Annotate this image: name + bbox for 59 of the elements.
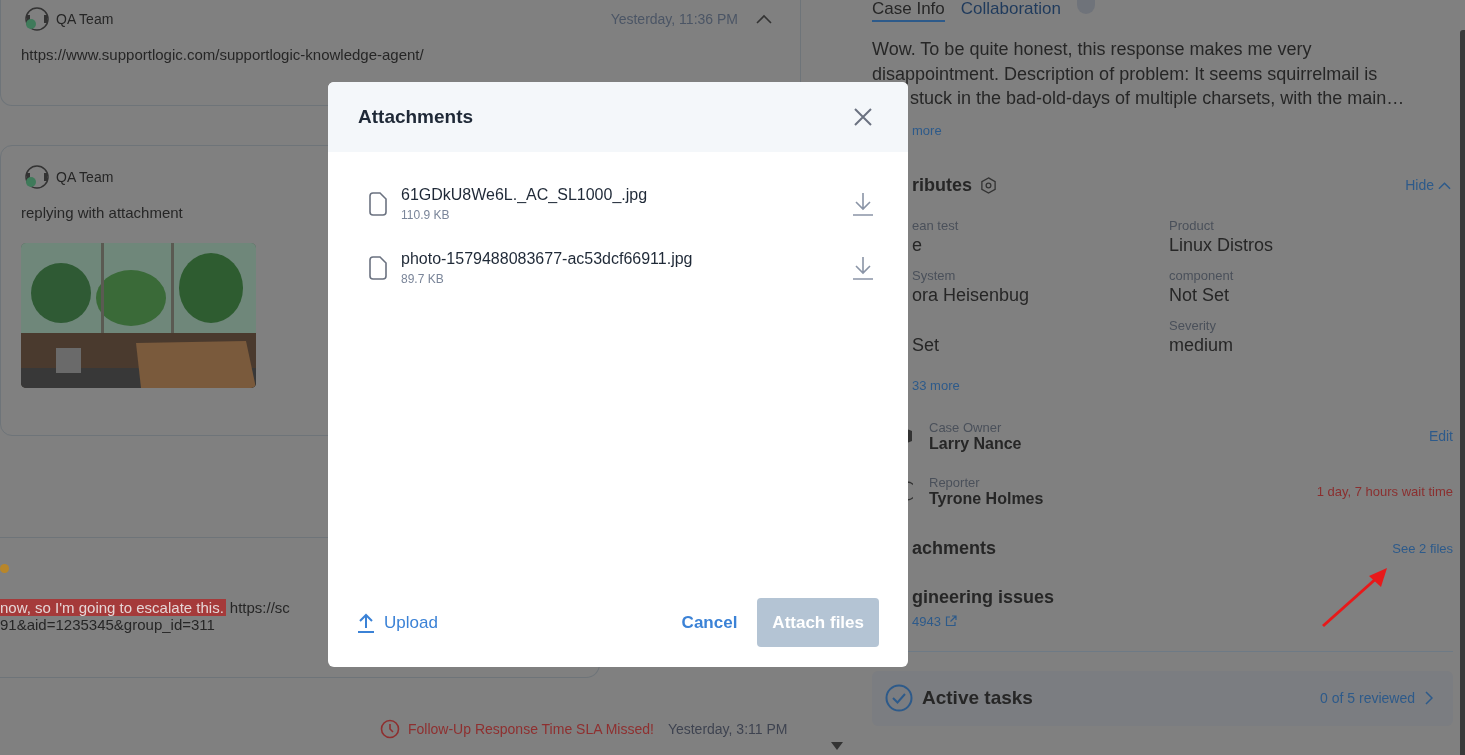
field-value: medium <box>1169 333 1235 356</box>
field-value: Not Set <box>1169 283 1231 306</box>
file-icon <box>368 256 388 280</box>
section-title: ributes <box>912 174 972 196</box>
description-text: stuck in the bad-old-days of multiple charsets, with the main… <box>909 87 1406 110</box>
scroll-down-icon[interactable] <box>831 742 843 750</box>
upload-icon <box>358 612 374 633</box>
field-value: Linux Distros <box>1169 233 1275 256</box>
tab[interactable]: Collaboration <box>960 0 1061 22</box>
author-name: QA Team <box>56 169 114 185</box>
dialog-title: Attachments <box>358 106 474 128</box>
sla-alert-text: Follow-Up Response Time SLA Missed! <box>408 721 654 737</box>
message-text: https://www.supportlogic.com/supportlogic-knowledge-agent/ <box>21 46 424 63</box>
message-link[interactable]: https://sc <box>229 599 290 616</box>
field-value: e <box>912 233 923 256</box>
active-tasks-card[interactable]: Active tasks 0 of 5 reviewed <box>872 670 1453 726</box>
review-progress-link[interactable]: 0 of 5 reviewed <box>1320 690 1415 706</box>
hide-link[interactable]: Hide <box>1405 177 1434 193</box>
section-title: gineering issues <box>912 586 1055 608</box>
field-value: ora Heisenbug <box>912 283 1031 306</box>
file-size: 89.7 KB <box>401 272 445 286</box>
external-link-icon[interactable] <box>944 615 957 627</box>
chevron-right-icon[interactable] <box>1425 691 1433 705</box>
see-files-link[interactable]: See 2 files <box>1392 540 1453 556</box>
description-text: Wow. To be quite honest, this response makes me very <box>872 38 1313 61</box>
chevron-icon[interactable] <box>756 14 772 24</box>
alert-time: Yesterday, 3:11 PM <box>667 721 788 737</box>
headset-avatar-icon <box>24 6 50 32</box>
download-icon[interactable] <box>852 256 874 280</box>
issue-link[interactable]: 4943 <box>912 613 941 629</box>
chevron-up-icon[interactable] <box>1438 180 1451 190</box>
headset-avatar-icon <box>24 164 50 190</box>
edit-link[interactable]: Edit <box>1428 428 1453 444</box>
section-title: achments <box>912 537 997 559</box>
file-name: photo-1579488083677-ac53dcf66911.jpg <box>401 250 693 268</box>
show-more-link[interactable]: 33 more <box>912 377 960 393</box>
hexagon-settings-icon[interactable] <box>980 176 997 194</box>
download-icon[interactable] <box>852 192 874 216</box>
clock-icon <box>380 719 400 739</box>
person-name: Tyrone Holmes <box>929 489 1044 508</box>
description-text: disappointment. Description of problem: It seems squirrelmail is <box>872 62 1379 86</box>
message-text: replying with attachment <box>21 204 183 221</box>
person-name: Larry Nance <box>929 434 1022 453</box>
close-icon[interactable] <box>854 108 872 126</box>
highlighted-text: now, so I'm going to escalate this. <box>0 599 226 616</box>
card-title: Active tasks <box>922 687 1033 709</box>
file-size: 110.9 KB <box>401 208 451 222</box>
show-more-link[interactable]: more <box>912 122 942 138</box>
message-link[interactable]: 91&aid=1235345&group_id=311 <box>0 616 215 633</box>
upload-button[interactable]: Upload <box>358 612 438 633</box>
check-circle-icon <box>885 684 913 712</box>
author-name: QA Team <box>56 11 114 27</box>
file-icon <box>368 192 388 216</box>
scrollbar[interactable] <box>1460 30 1465 755</box>
cancel-button[interactable]: Cancel <box>681 612 738 633</box>
wait-time: 1 day, 7 hours wait time <box>1316 483 1453 499</box>
field-value: Set <box>912 333 941 356</box>
file-name: 61GDkU8We6L._AC_SL1000_.jpg <box>401 186 648 204</box>
tab[interactable]: Case Info <box>872 0 945 22</box>
